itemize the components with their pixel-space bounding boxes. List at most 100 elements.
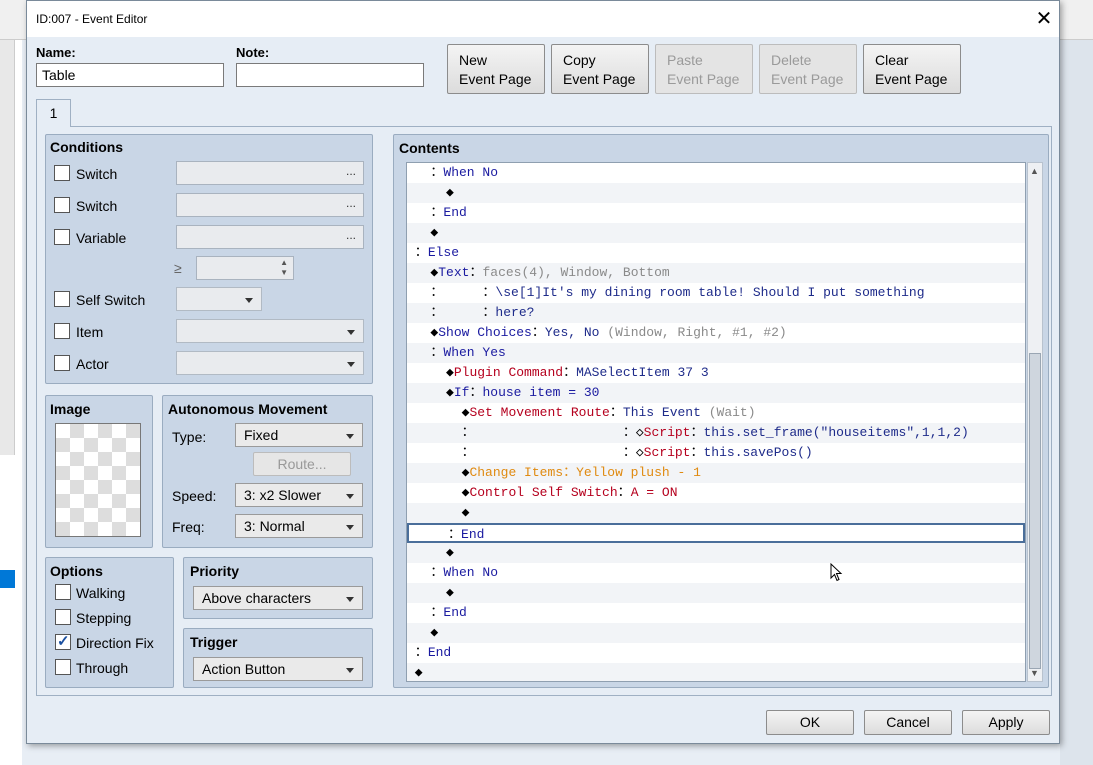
command-row[interactable]: ： ：\se[1]It's my dining room table! Shou… — [407, 283, 1025, 303]
priority-title: Priority — [190, 563, 240, 579]
switch2-selector[interactable]: ... — [176, 193, 364, 217]
chevron-down-icon — [346, 597, 354, 602]
spin-down-icon[interactable]: ▼ — [280, 268, 288, 277]
close-icon[interactable]: ✕ — [1031, 6, 1057, 32]
route-button[interactable]: Route... — [253, 452, 351, 476]
name-field[interactable]: Table — [36, 63, 224, 87]
tab-page-1[interactable]: 1 — [36, 99, 71, 127]
button-line2: Event Page — [875, 71, 948, 87]
ellipsis-icon: ... — [345, 196, 356, 210]
command-row[interactable]: ◆If：house item = 30 — [407, 383, 1025, 403]
priority-dropdown[interactable]: Above characters — [193, 586, 363, 610]
command-row[interactable]: ◆ — [407, 623, 1025, 643]
note-field[interactable] — [236, 63, 424, 87]
walking-checkbox[interactable] — [55, 584, 71, 600]
new-event-page-button[interactable]: New Event Page — [447, 44, 545, 94]
command-row[interactable]: ◆Show Choices：Yes, No (Window, Right, #1… — [407, 323, 1025, 343]
variable-value-spinner[interactable]: ▲ ▼ — [196, 256, 294, 280]
copy-event-page-button[interactable]: Copy Event Page — [551, 44, 649, 94]
background-scrollbar[interactable] — [0, 40, 15, 455]
variable-label: Variable — [76, 230, 127, 246]
self-switch-checkbox[interactable] — [54, 291, 70, 307]
command-row[interactable]: ◆Plugin Command：MASelectItem 37 3 — [407, 363, 1025, 383]
command-row[interactable]: ：When No — [407, 163, 1025, 183]
command-row[interactable]: ◆Change Items：Yellow plush - 1 — [407, 463, 1025, 483]
cancel-button[interactable]: Cancel — [864, 710, 952, 735]
command-row[interactable]: ：When Yes — [407, 343, 1025, 363]
command-list[interactable]: ：When No ◆ ：End ◆ ：Else ◆Text：faces(4), … — [406, 162, 1026, 682]
command-row[interactable]: ：End — [407, 603, 1025, 623]
command-row[interactable]: ：End — [407, 203, 1025, 223]
options-group: Options Walking Stepping Direction Fix T… — [45, 557, 174, 688]
variable-selector[interactable]: ... — [176, 225, 364, 249]
scroll-down-icon[interactable]: ▼ — [1030, 668, 1039, 678]
switch1-checkbox[interactable] — [54, 165, 70, 181]
through-label: Through — [76, 660, 129, 676]
paste-event-page-button[interactable]: Paste Event Page — [655, 44, 753, 94]
apply-button[interactable]: Apply — [962, 710, 1050, 735]
item-checkbox[interactable] — [54, 323, 70, 339]
ok-button[interactable]: OK — [766, 710, 854, 735]
event-image-preview[interactable] — [55, 423, 141, 537]
command-row[interactable]: ◆ — [407, 503, 1025, 523]
through-checkbox[interactable] — [55, 659, 71, 675]
command-text: If — [453, 385, 470, 400]
command-row[interactable]: ：End — [407, 523, 1025, 543]
command-row[interactable]: ◆Text：faces(4), Window, Bottom — [407, 263, 1025, 283]
actor-checkbox[interactable] — [54, 355, 70, 371]
command-text: ： ： — [407, 285, 496, 300]
command-row[interactable]: ◆ — [407, 183, 1025, 203]
self-switch-dropdown[interactable] — [176, 287, 262, 311]
command-text: ： — [407, 205, 444, 220]
command-text: ◆ — [407, 225, 439, 240]
command-text: ◆ — [407, 665, 423, 680]
autonomous-movement-group: Autonomous Movement Type: Fixed Route...… — [162, 395, 373, 548]
button-line2: Event Page — [563, 71, 636, 87]
command-text: Control Self Switch — [469, 485, 618, 500]
command-row[interactable]: ：When No — [407, 563, 1025, 583]
command-row[interactable]: ： ：here? — [407, 303, 1025, 323]
item-label: Item — [76, 324, 104, 340]
delete-event-page-button[interactable]: Delete Event Page — [759, 44, 857, 94]
freq-dropdown[interactable]: 3: Normal — [235, 514, 363, 538]
command-row[interactable]: ◆ — [407, 583, 1025, 603]
button-line1: Clear — [875, 52, 909, 68]
clear-event-page-button[interactable]: Clear Event Page — [863, 44, 961, 94]
command-list-scrollbar[interactable]: ▲ ▼ — [1027, 162, 1043, 682]
ellipsis-icon: ... — [345, 228, 356, 242]
trigger-dropdown[interactable]: Action Button — [193, 657, 363, 681]
command-row[interactable]: ◆ — [407, 223, 1025, 243]
spin-up-icon[interactable]: ▲ — [280, 258, 288, 267]
direction-fix-checkbox[interactable] — [55, 632, 71, 650]
command-text: Yellow plush - 1 — [576, 465, 701, 480]
actor-dropdown[interactable] — [176, 351, 364, 375]
command-text: ： — [469, 385, 483, 400]
variable-checkbox[interactable] — [54, 229, 70, 245]
priority-group: Priority Above characters — [183, 557, 373, 619]
switch2-checkbox[interactable] — [54, 197, 70, 213]
scroll-thumb[interactable] — [1029, 353, 1041, 669]
switch1-label: Switch — [76, 166, 118, 182]
command-row[interactable]: ： ：◇Script：this.savePos() — [407, 443, 1025, 463]
command-text: End — [443, 605, 467, 620]
command-row[interactable]: ◆ — [407, 543, 1025, 563]
window-title: ID:007 - Event Editor — [36, 12, 148, 26]
command-text: ◆ — [407, 265, 439, 280]
command-row[interactable]: ◆Control Self Switch：A = ON — [407, 483, 1025, 503]
background-selected-row — [0, 570, 15, 588]
command-row[interactable]: ◆ — [407, 663, 1025, 681]
walking-label: Walking — [76, 585, 126, 601]
scroll-up-icon[interactable]: ▲ — [1030, 166, 1039, 176]
command-row[interactable]: ：Else — [407, 243, 1025, 263]
item-dropdown[interactable] — [176, 319, 364, 343]
stepping-checkbox[interactable] — [55, 609, 71, 625]
command-text: ◆ — [407, 465, 470, 480]
movement-type-dropdown[interactable]: Fixed — [235, 423, 363, 447]
speed-dropdown[interactable]: 3: x2 Slower — [235, 483, 363, 507]
command-row[interactable]: ：End — [407, 643, 1025, 663]
switch1-selector[interactable]: ... — [176, 161, 364, 185]
command-row[interactable]: ◆Set Movement Route：This Event (Wait) — [407, 403, 1025, 423]
command-text: ◆ — [407, 185, 454, 200]
command-row[interactable]: ： ：◇Script：this.set_frame("houseitems",1… — [407, 423, 1025, 443]
command-text: ◆ — [407, 625, 439, 640]
